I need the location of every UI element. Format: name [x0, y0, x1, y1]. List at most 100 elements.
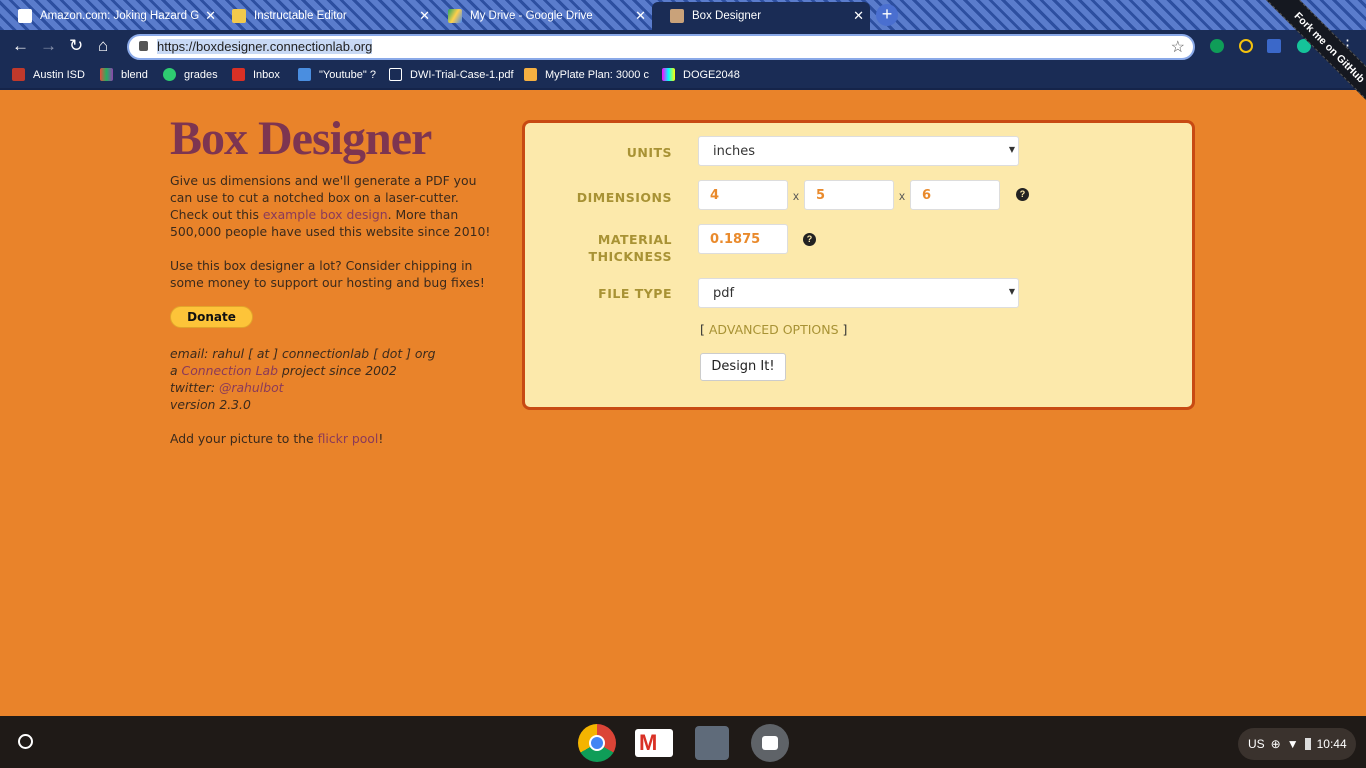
bookmark-label: Austin ISD	[33, 68, 85, 81]
contact-info: email: rahul [ at ] connectionlab [ dot …	[170, 345, 500, 413]
help-icon[interactable]: ?	[803, 233, 816, 246]
drive-favicon-icon	[448, 9, 462, 23]
home-icon[interactable]: ⌂	[98, 36, 108, 56]
extension-icon[interactable]	[1239, 39, 1253, 53]
dropdown-arrow-icon: ▼	[1008, 145, 1015, 154]
file-type-select[interactable]: pdf ▼	[698, 278, 1019, 308]
example-box-link[interactable]: example box design	[263, 207, 388, 222]
flickr-text-1: Add your picture to the	[170, 431, 318, 446]
bookmark-inbox[interactable]: Inbox	[232, 68, 280, 81]
advanced-options-link[interactable]: ADVANCED OPTIONS	[709, 322, 839, 337]
clock: 10:44	[1316, 737, 1347, 751]
version-text: version 2.3.0	[170, 397, 251, 412]
intro-column: Box Designer Give us dimensions and we'l…	[170, 112, 500, 464]
hangouts-extension-icon[interactable]	[1210, 39, 1224, 53]
bookmark-label: Inbox	[253, 68, 280, 81]
reader-extension-icon[interactable]	[1267, 39, 1281, 53]
wifi-icon: ▼	[1286, 737, 1299, 751]
flickr-text: Add your picture to the flickr pool!	[170, 430, 500, 447]
tab-title: Instructable Editor	[254, 10, 347, 22]
tab-instructables[interactable]: Instructable Editor ✕	[214, 2, 436, 30]
lock-icon	[139, 41, 148, 51]
tab-amazon[interactable]: Amazon.com: Joking Hazard G ✕	[0, 2, 222, 30]
bookmark-label: DWI-Trial-Case-1.pdf	[410, 68, 514, 81]
keyboard-locale: US	[1248, 737, 1265, 751]
units-select[interactable]: inches ▼	[698, 136, 1019, 166]
box-form: UNITS inches ▼ DIMENSIONS 4 x 5 x 6 ? MAT…	[522, 120, 1195, 410]
bookmark-blend[interactable]: blend	[100, 68, 148, 81]
file-type-value: pdf	[713, 286, 735, 301]
camera-app-icon[interactable]	[751, 724, 789, 762]
intro-text: Give us dimensions and we'll generate a …	[170, 172, 500, 240]
bookmark-myplate[interactable]: MyPlate Plan: 3000 c	[524, 68, 649, 81]
instructables-favicon-icon	[232, 9, 246, 23]
units-label: UNITS	[626, 145, 672, 160]
bookmark-label: blend	[121, 68, 148, 81]
material-thickness-label: MATERIAL THICKNESS	[512, 231, 672, 265]
project-text: project since 2002	[277, 363, 397, 378]
tab-title: My Drive - Google Drive	[470, 10, 593, 22]
height-input[interactable]: 5	[804, 180, 894, 210]
close-tab-icon[interactable]: ✕	[853, 8, 864, 24]
times-separator: x	[899, 189, 905, 203]
bookmark-grades[interactable]: grades	[163, 68, 218, 81]
bookmark-star-icon[interactable]: ☆	[1171, 37, 1185, 57]
close-tab-icon[interactable]: ✕	[635, 8, 646, 24]
thickness-label-line2: THICKNESS	[588, 249, 672, 264]
bookmark-austin-isd[interactable]: Austin ISD	[12, 68, 85, 81]
tab-google-drive[interactable]: My Drive - Google Drive ✕	[430, 2, 652, 30]
bookmarks-bar: Austin ISD blend grades Inbox "Youtube" …	[0, 64, 1366, 90]
battery-icon	[1304, 738, 1311, 750]
reload-icon[interactable]: ↻	[69, 36, 83, 56]
depth-input[interactable]: 6	[910, 180, 1000, 210]
bookmark-label: MyPlate Plan: 3000 c	[545, 68, 649, 81]
gmail-app-icon[interactable]: M	[635, 729, 673, 757]
width-input[interactable]: 4	[698, 180, 788, 210]
page-title: Box Designer	[170, 112, 432, 165]
thickness-label-line1: MATERIAL	[597, 232, 672, 247]
amazon-favicon-icon	[18, 9, 32, 23]
url-text[interactable]: https://boxdesigner.connectionlab.org	[157, 39, 373, 54]
donate-button[interactable]: Donate	[170, 306, 253, 328]
design-it-button[interactable]: Design It!	[700, 353, 786, 381]
flickr-text-2: !	[378, 431, 384, 446]
new-tab-button[interactable]: +	[876, 4, 898, 26]
tab-title: Amazon.com: Joking Hazard G	[40, 10, 200, 22]
bookmark-dwi-pdf[interactable]: DWI-Trial-Case-1.pdf	[389, 68, 514, 81]
tab-box-designer[interactable]: Box Designer ✕	[652, 2, 870, 30]
back-icon[interactable]: ←	[12, 36, 29, 56]
browser-toolbar: ← → ↻ ⌂ https://boxdesigner.connectionla…	[0, 30, 1366, 64]
bookmark-youtube[interactable]: "Youtube" ?	[298, 68, 376, 81]
tab-title: Box Designer	[692, 10, 762, 22]
box-designer-favicon-icon	[670, 9, 684, 23]
close-tab-icon[interactable]: ✕	[419, 8, 430, 24]
tab-strip: Amazon.com: Joking Hazard G ✕ Instructabl…	[0, 0, 1366, 30]
forward-icon[interactable]: →	[40, 36, 57, 56]
units-value: inches	[713, 144, 756, 159]
add-circle-icon: ⊕	[1270, 737, 1281, 751]
twitter-link[interactable]: @rahulbot	[219, 380, 284, 395]
bracket: ]	[842, 322, 848, 337]
file-type-label: FILE TYPE	[598, 286, 672, 301]
project-text: a	[170, 363, 182, 378]
bookmark-doge2048[interactable]: DOGE2048	[662, 68, 740, 81]
email-text: email: rahul [ at ] connectionlab [ dot …	[170, 346, 436, 361]
advanced-options: [ ADVANCED OPTIONS ]	[700, 322, 847, 337]
chrome-app-icon[interactable]	[578, 724, 616, 762]
calculator-app-icon[interactable]	[695, 726, 729, 760]
bookmark-label: grades	[184, 68, 218, 81]
dimensions-label: DIMENSIONS	[576, 190, 672, 205]
bracket: [	[700, 322, 705, 337]
thickness-input[interactable]: 0.1875	[698, 224, 788, 254]
address-bar[interactable]: https://boxdesigner.connectionlab.org ☆	[127, 34, 1195, 60]
status-tray[interactable]: US ⊕ ▼ 10:44	[1238, 728, 1356, 760]
help-icon[interactable]: ?	[1016, 188, 1029, 201]
flickr-pool-link[interactable]: flickr pool	[318, 431, 379, 446]
launcher-icon[interactable]	[18, 734, 33, 749]
times-separator: x	[793, 189, 799, 203]
dropdown-arrow-icon: ▼	[1008, 287, 1015, 296]
page-content: Box Designer Give us dimensions and we'l…	[0, 92, 1366, 716]
connection-lab-link[interactable]: Connection Lab	[182, 363, 278, 378]
bookmark-label: DOGE2048	[683, 68, 740, 81]
os-shelf: M US ⊕ ▼ 10:44	[0, 716, 1366, 768]
